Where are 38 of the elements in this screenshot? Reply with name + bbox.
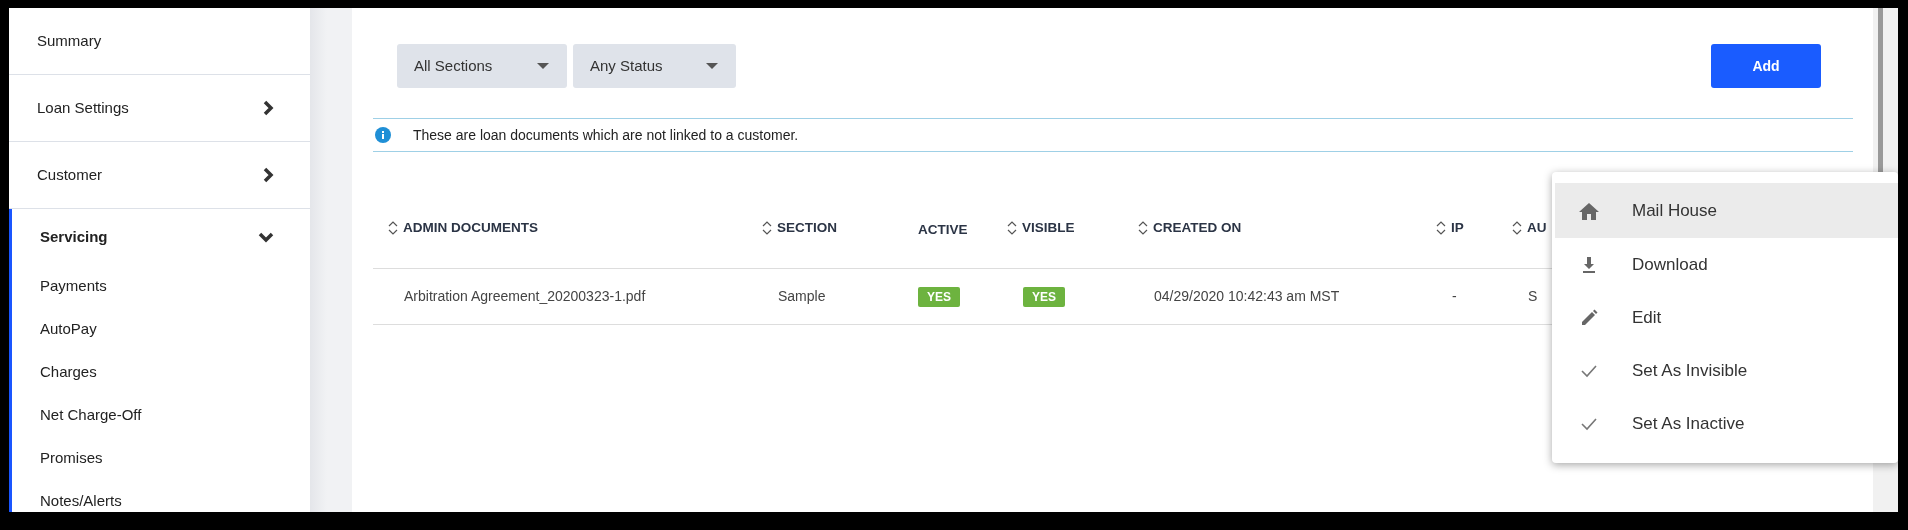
chevron-right-icon (262, 100, 274, 116)
sidebar-subitem[interactable]: Promises (12, 437, 310, 480)
filter-dropdown[interactable]: All Sections (397, 44, 567, 88)
info-message: These are loan documents which are not linked to a customer. (413, 125, 799, 145)
menu-item[interactable]: Set As Invisible (1552, 344, 1898, 397)
table-cell: Arbitration Agreement_20200323-1.pdf (404, 287, 646, 304)
filter-dropdown[interactable]: Any Status (573, 44, 736, 88)
column-header[interactable]: AU (1527, 217, 1547, 238)
column-header[interactable]: ADMIN DOCUMENTS (403, 217, 538, 238)
menu-item[interactable]: Edit (1552, 291, 1898, 344)
sidebar-subitem[interactable]: AutoPay (12, 308, 310, 351)
table-cell: Sample (778, 287, 826, 304)
column-header[interactable]: VISIBLE (1022, 217, 1075, 238)
caret-icon (706, 63, 718, 69)
column-header[interactable]: CREATED ON (1153, 217, 1242, 238)
menu-item[interactable]: Set As Inactive (1552, 397, 1898, 450)
table-cell: S (1528, 287, 1538, 304)
status-badge: YES (1023, 286, 1065, 307)
chevron-right-icon (262, 167, 274, 183)
status-badge: YES (918, 286, 960, 307)
menu-item[interactable]: Mail House (1555, 183, 1898, 238)
add-button[interactable]: Add (1711, 44, 1821, 88)
house-icon (1578, 200, 1600, 221)
sidebar-subitem[interactable]: Payments (12, 265, 310, 308)
sidebar-subitem[interactable]: Charges (12, 351, 310, 394)
column-header[interactable]: ACTIVE (918, 219, 968, 240)
sidebar-subitem[interactable]: Net Charge-Off (12, 394, 310, 437)
column-header[interactable]: SECTION (777, 217, 837, 238)
sidebar-item[interactable]: Servicing (12, 209, 310, 265)
menu-item[interactable]: Download (1552, 238, 1898, 291)
pencil-icon (1579, 307, 1599, 328)
column-header[interactable]: IP (1451, 217, 1464, 238)
chevron-down-icon (258, 231, 274, 243)
table-cell: - (1452, 287, 1457, 304)
info-icon (375, 127, 391, 143)
sidebar-subitem[interactable]: Notes/Alerts (12, 480, 310, 512)
caret-icon (537, 63, 549, 69)
table-cell: 04/29/2020 10:42:43 am MST (1154, 287, 1340, 304)
